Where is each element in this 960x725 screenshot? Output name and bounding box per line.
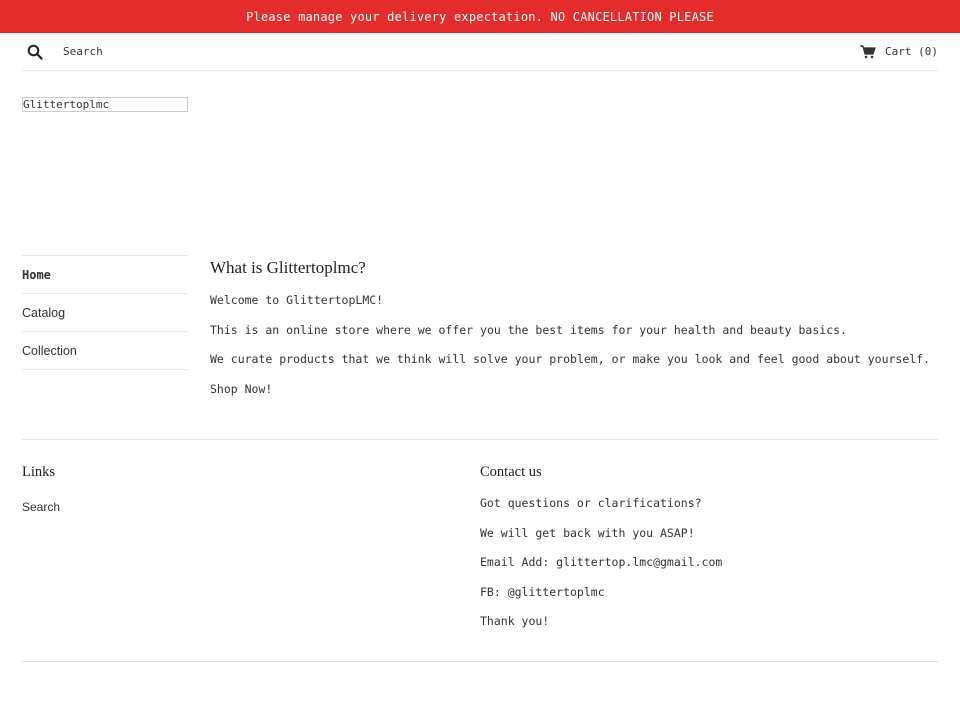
sidebar-item-collection[interactable]: Collection [22,332,188,370]
announcement-bar: Please manage your delivery expectation.… [0,0,960,33]
page-title: What is Glittertoplmc? [210,258,366,277]
page-content: What is Glittertoplmc? Welcome to Glitte… [210,255,938,411]
cart-label: Cart (0) [885,45,938,58]
announcement-text: Please manage your delivery expectation.… [246,9,714,24]
contact-line: We will get back with you ASAP! [480,525,695,540]
footer-contact: Contact us Got questions or clarificatio… [480,464,938,644]
content-paragraph: This is an online store where we offer y… [210,322,847,337]
footer-links-heading: Links [22,464,56,480]
footer-link-search[interactable]: Search [22,500,60,514]
search-form [22,44,263,60]
main-area: Home Catalog Collection What is Glittert… [22,255,938,411]
cart-icon [860,44,876,59]
cart-link[interactable]: Cart (0) [860,44,938,59]
site-footer: Links Search Contact us Got questions or… [22,440,938,644]
sidebar-item-catalog[interactable]: Catalog [22,294,188,332]
contact-line: Got questions or clarifications? [480,496,702,510]
sidebar-item-home[interactable]: Home [22,256,188,294]
contact-line-fb: FB: @glittertoplmc [480,584,605,599]
bottom-divider [22,661,938,662]
site-logo[interactable]: Glittertoplmc [22,97,188,112]
footer-links: Links Search [22,464,480,644]
search-input[interactable] [63,45,263,58]
contact-line-email: Email Add: glittertop.lmc@gmail.com [480,555,723,569]
content-paragraph: We curate products that we think will so… [210,352,931,366]
sidebar-nav: Home Catalog Collection [22,255,188,411]
contact-line: Thank you! [480,614,550,628]
content-paragraph: Welcome to GlittertopLMC! [210,293,384,307]
content-paragraph: Shop Now! [210,381,273,396]
site-header: Cart (0) [22,33,938,71]
footer-contact-heading: Contact us [480,464,542,480]
search-icon[interactable] [27,44,43,60]
logo-container: Glittertoplmc [22,93,938,255]
